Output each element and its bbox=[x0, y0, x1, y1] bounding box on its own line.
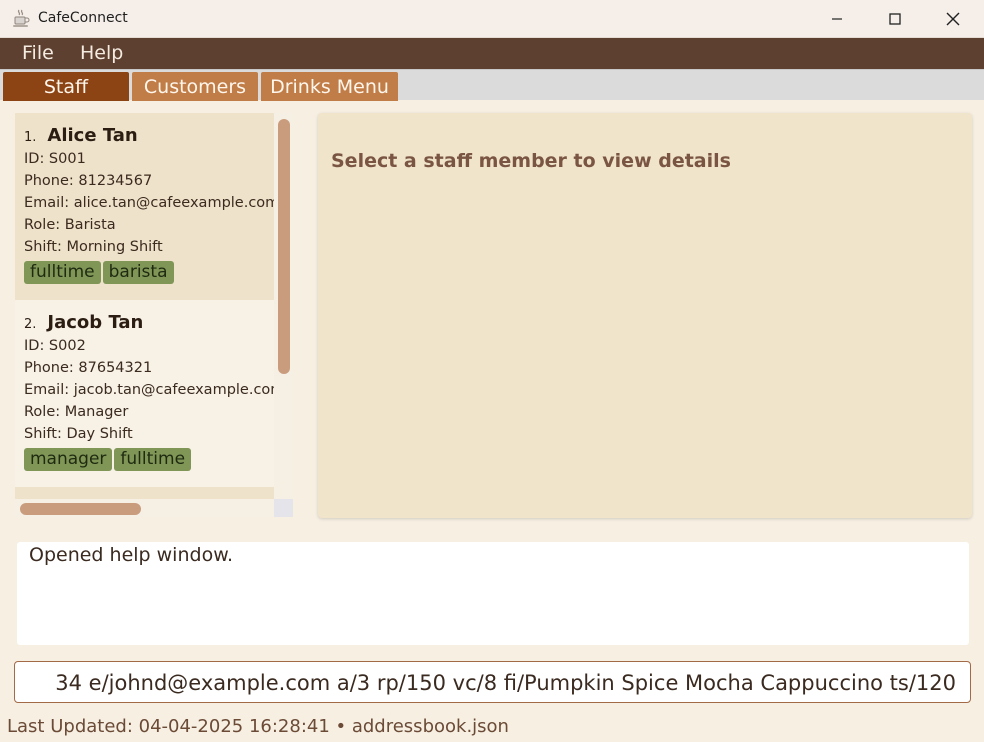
command-input-value: 34 e/johnd@example.com a/3 rp/150 vc/8 f… bbox=[55, 671, 956, 695]
result-display[interactable]: Opened help window. bbox=[17, 542, 969, 645]
staff-email: Email: jacob.tan@cafeexample.com bbox=[24, 382, 274, 398]
close-icon bbox=[946, 12, 960, 26]
staff-index: 2. bbox=[24, 317, 37, 332]
minimize-button[interactable] bbox=[808, 0, 866, 38]
status-text: Last Updated: 04-04-2025 16:28:41 • addr… bbox=[7, 716, 509, 737]
window-title: CafeConnect bbox=[38, 10, 128, 26]
scroll-corner bbox=[274, 499, 293, 517]
staff-shift: Shift: Day Shift bbox=[24, 426, 133, 442]
tab-drinks-menu[interactable]: Drinks Menu bbox=[261, 72, 398, 101]
menu-file[interactable]: File bbox=[22, 42, 54, 64]
staff-email: Email: alice.tan@cafeexample.com bbox=[24, 195, 274, 211]
close-button[interactable] bbox=[924, 0, 982, 38]
minimize-icon bbox=[831, 13, 843, 25]
staff-phone: Phone: 87654321 bbox=[24, 360, 153, 376]
result-message: Opened help window. bbox=[29, 544, 234, 566]
staff-card-partial[interactable] bbox=[15, 487, 274, 499]
staff-details-panel: Select a staff member to view details bbox=[318, 113, 972, 518]
staff-id: ID: S002 bbox=[24, 338, 86, 354]
staff-id: ID: S001 bbox=[24, 151, 86, 167]
status-bar: Last Updated: 04-04-2025 16:28:41 • addr… bbox=[0, 709, 984, 742]
staff-tag: fulltime bbox=[24, 261, 101, 284]
vertical-scroll-thumb[interactable] bbox=[278, 119, 290, 374]
horizontal-scroll-thumb[interactable] bbox=[20, 503, 141, 515]
tab-staff[interactable]: Staff bbox=[3, 72, 129, 101]
window-titlebar: CafeConnect bbox=[0, 0, 984, 38]
staff-name: Alice Tan bbox=[47, 125, 138, 146]
staff-list[interactable]: 1. Alice Tan ID: S001 Phone: 81234567 Em… bbox=[15, 113, 293, 517]
staff-tag: barista bbox=[102, 261, 174, 284]
details-placeholder: Select a staff member to view details bbox=[331, 150, 731, 172]
menu-bar: File Help bbox=[0, 38, 984, 69]
command-input[interactable]: 34 e/johnd@example.com a/3 rp/150 vc/8 f… bbox=[14, 661, 971, 703]
staff-index: 1. bbox=[24, 130, 37, 145]
coffee-cup-icon bbox=[12, 9, 30, 29]
tab-customers[interactable]: Customers bbox=[132, 72, 258, 101]
staff-name: Jacob Tan bbox=[47, 312, 144, 333]
staff-shift: Shift: Morning Shift bbox=[24, 239, 163, 255]
tab-bar: Staff Customers Drinks Menu bbox=[0, 69, 984, 101]
staff-tag: manager bbox=[24, 448, 113, 471]
maximize-icon bbox=[889, 13, 901, 25]
staff-card[interactable]: 2. Jacob Tan ID: S002 Phone: 87654321 Em… bbox=[15, 300, 274, 487]
staff-role: Role: Barista bbox=[24, 217, 116, 233]
menu-help[interactable]: Help bbox=[80, 42, 123, 64]
staff-phone: Phone: 81234567 bbox=[24, 173, 153, 189]
staff-tag: fulltime bbox=[114, 448, 192, 471]
maximize-button[interactable] bbox=[866, 0, 924, 38]
staff-card[interactable]: 1. Alice Tan ID: S001 Phone: 81234567 Em… bbox=[15, 113, 274, 300]
staff-role: Role: Manager bbox=[24, 404, 129, 420]
